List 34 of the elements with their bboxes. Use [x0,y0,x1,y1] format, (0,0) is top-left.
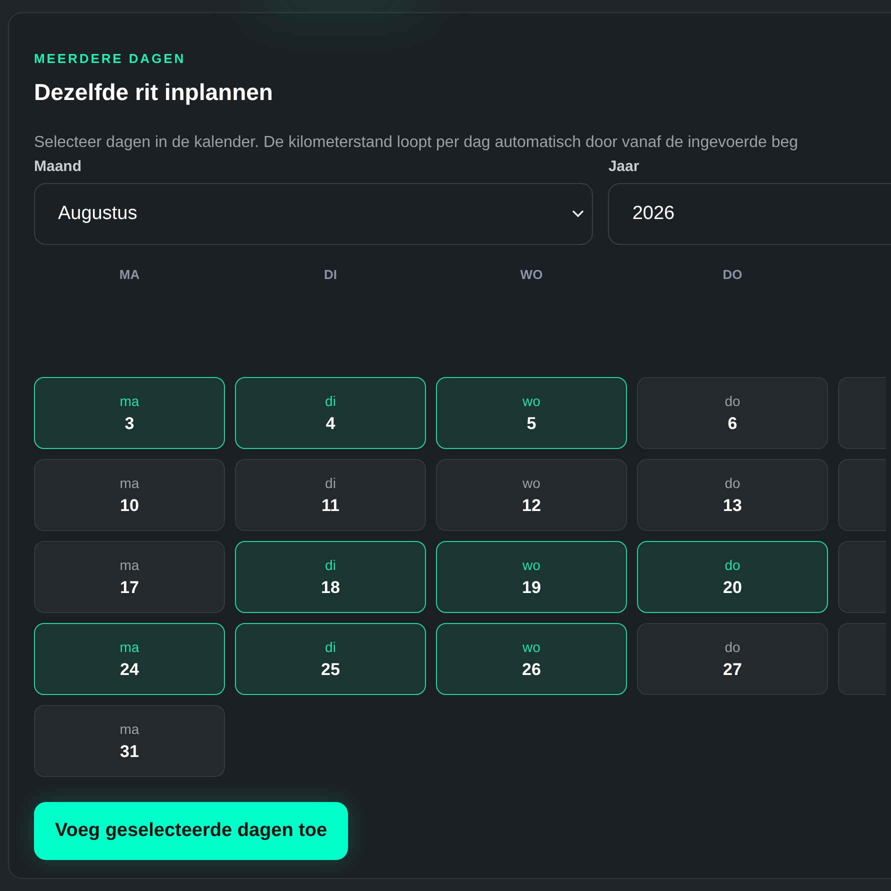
day-cell[interactable]: wo 12 [436,459,627,531]
day-cell[interactable]: ma 24 [34,623,225,695]
day-cell[interactable]: di 18 [235,541,426,613]
section-label: MEERDERE DAGEN [34,51,187,67]
day-cell[interactable]: do 20 [637,541,828,613]
day-cell[interactable]: ma 17 [34,541,225,613]
day-cell[interactable]: ma 10 [34,459,225,531]
day-cell[interactable] [838,541,886,613]
month-select[interactable]: Augustus [34,183,594,245]
day-cell[interactable]: wo 5 [436,377,627,449]
section-title: Dezelfde rit inplannen [34,78,274,107]
day-cell[interactable]: do 13 [637,459,828,531]
day-cell[interactable]: wo 26 [436,623,627,695]
year-input[interactable]: 2026 [608,183,891,245]
day-cell[interactable]: wo 19 [436,541,627,613]
day-cell[interactable]: ma 3 [34,377,225,449]
field-label: Maand [34,157,82,177]
day-cell[interactable]: di 25 [235,623,426,695]
add-selected-days-button[interactable]: Voeg geselecteerde dagen toe [34,802,348,860]
weekday-header: DI [324,266,337,284]
description: Selecteer dagen in de kalender. De kilometerstand loopt per dag automatisch door vanaf de ingevoerde beg [34,133,800,153]
day-cell[interactable]: ma 31 [34,705,225,777]
weekday-header: DO [722,266,742,284]
day-cell[interactable] [838,377,886,449]
day-cell[interactable] [838,623,886,695]
day-cell[interactable]: do 27 [637,623,828,695]
day-cell[interactable]: di 11 [235,459,426,531]
day-cell[interactable]: di 4 [235,377,426,449]
weekday-header: MA [119,266,140,284]
field-label: Jaar [608,157,640,177]
day-cell[interactable]: do 6 [637,377,828,449]
weekday-header: WO [520,266,543,284]
chevron-down-icon [572,210,584,218]
day-cell[interactable] [838,459,886,531]
